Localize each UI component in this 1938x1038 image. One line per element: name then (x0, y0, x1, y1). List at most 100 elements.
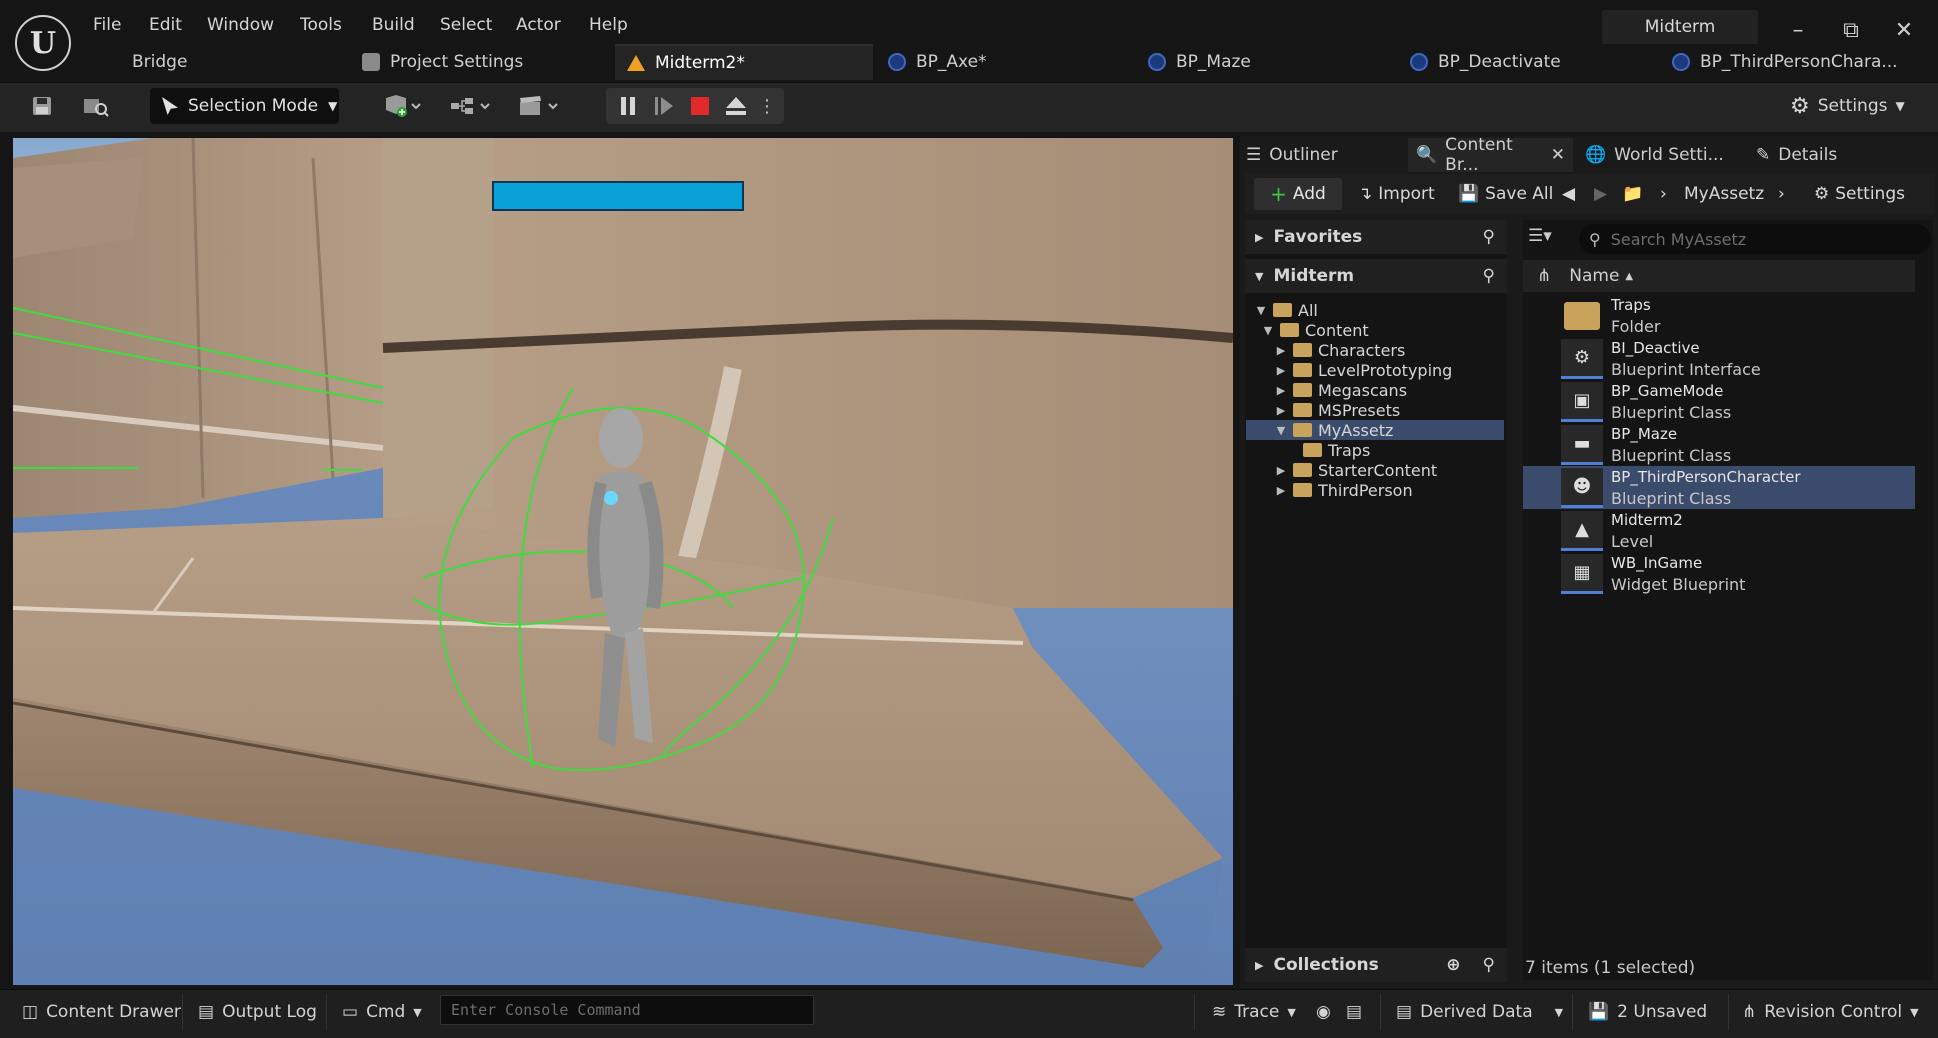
settings-button[interactable]: ⚙ Settings ▼ (1790, 88, 1905, 124)
log-icon: ▤ (198, 1002, 215, 1022)
tree-item-megascans[interactable]: ▶ Megascans (1275, 380, 1407, 400)
character-icon: ☻ (1561, 467, 1603, 508)
forward-icon[interactable]: ▶ (1594, 178, 1607, 210)
tree-item-thirdperson[interactable]: ▶ ThirdPerson (1275, 480, 1413, 500)
eject-icon[interactable] (720, 88, 752, 124)
browse-icon[interactable] (78, 88, 114, 124)
asset-type: Blueprint Class (1611, 445, 1732, 465)
level-viewport[interactable] (13, 138, 1233, 985)
tab-world-settings[interactable]: 🌐 World Setti... (1585, 138, 1724, 172)
tree-item-content[interactable]: ▼ Content (1262, 320, 1505, 340)
tab-bp-deactivate[interactable]: BP_Deactivate (1398, 44, 1662, 80)
root-label: Midterm (1273, 266, 1355, 286)
output-log-button[interactable]: ▤ Output Log (190, 994, 325, 1030)
settings-icon (362, 53, 380, 71)
tree-item-levelprototyping[interactable]: ▶ LevelPrototyping (1275, 360, 1453, 380)
chevron-down-icon: ▼ (328, 99, 338, 113)
cmd-dropdown[interactable]: ▭ Cmd ▼ (334, 994, 430, 1030)
folder-icon[interactable]: 📁 (1622, 178, 1643, 210)
name-column-header[interactable]: ⋔ Name ▲ (1523, 260, 1915, 292)
content-drawer-button[interactable]: ◫ Content Drawer (14, 994, 189, 1030)
asset-type: Blueprint Class (1611, 402, 1732, 422)
tree-item-myassetz[interactable]: ▼ MyAssetz (1246, 420, 1504, 440)
asset-row-bp-gamemode[interactable]: ▣ BP_GameMode Blueprint Class (1523, 380, 1915, 423)
tree-item-mspresets[interactable]: ▶ MSPresets (1275, 400, 1400, 420)
menu-file[interactable]: File (93, 12, 121, 38)
asset-row-midterm2[interactable]: ▲ Midterm2 Level (1523, 509, 1915, 552)
database-icon: ▤ (1396, 1002, 1413, 1022)
unsaved-label: 2 Unsaved (1617, 1002, 1708, 1022)
menu-tools[interactable]: Tools (300, 12, 342, 38)
pause-icon[interactable] (612, 88, 644, 124)
asset-row-bi-deactive[interactable]: ⚙ BI_Deactive Blueprint Interface (1523, 337, 1915, 380)
unsaved-button[interactable]: 💾 2 Unsaved (1580, 994, 1715, 1030)
save-all-button[interactable]: 💾 Save All (1458, 178, 1553, 210)
branch-icon: ⋔ (1742, 1002, 1757, 1022)
asset-row-wb-ingame[interactable]: ▦ WB_InGame Widget Blueprint (1523, 552, 1915, 595)
globe-icon: 🌐 (1585, 145, 1607, 165)
menu-edit[interactable]: Edit (149, 12, 182, 38)
asset-row-bp-thirdpersoncharacter[interactable]: ☻ BP_ThirdPersonCharacter Blueprint Class (1523, 466, 1915, 509)
back-icon[interactable]: ◀ (1562, 178, 1575, 210)
tree-label: All (1298, 300, 1318, 320)
tab-bp-thirdpersoncharacter[interactable]: BP_ThirdPersonChara... (1660, 44, 1938, 80)
filter-icon[interactable]: ☰▾ (1528, 226, 1552, 246)
menu-build[interactable]: Build (372, 12, 415, 38)
revision-control-dropdown[interactable]: ⋔ Revision Control ▼ (1734, 994, 1927, 1030)
screenshot-icon[interactable]: ▤ (1338, 994, 1370, 1030)
asset-search-input[interactable]: ⚲ Search MyAssetz (1579, 224, 1931, 254)
midterm-header[interactable]: ▼ Midterm ⚲ (1245, 259, 1507, 293)
selection-mode-dropdown[interactable]: Selection Mode ▼ (150, 88, 339, 124)
close-tab-icon[interactable]: ✕ (1551, 145, 1565, 165)
tab-content-browser[interactable]: 🔍 Content Br... ✕ (1408, 135, 1573, 175)
search-icon[interactable]: ⚲ (1483, 266, 1495, 286)
tab-label: Content Br... (1445, 135, 1513, 175)
record-icon[interactable]: ◉ (1308, 994, 1339, 1030)
tab-project-settings[interactable]: Project Settings (350, 44, 615, 80)
tab-bp-axe[interactable]: BP_Axe* (876, 44, 1134, 80)
unsaved-icon: 💾 (1588, 1002, 1610, 1022)
cmd-label: Cmd (366, 1002, 406, 1022)
more-options-icon[interactable]: ⋮ (754, 88, 780, 124)
chevron-down-icon: ▼ (1895, 99, 1905, 113)
save-all-label: Save All (1485, 184, 1554, 204)
stop-icon[interactable] (684, 88, 716, 124)
trace-dropdown[interactable]: ≋ Trace ▼ (1204, 994, 1304, 1030)
add-actor-icon[interactable] (378, 88, 426, 124)
tree-item-all[interactable]: ▼ All (1255, 300, 1505, 320)
asset-row-bp-maze[interactable]: ▬ BP_Maze Blueprint Class (1523, 423, 1915, 466)
cinematics-icon[interactable] (514, 88, 564, 124)
collections-header[interactable]: ▶ Collections ⊕ ⚲ (1245, 948, 1507, 982)
import-button[interactable]: ↴ Import (1358, 178, 1435, 210)
tab-outliner[interactable]: ☰ Outliner (1246, 138, 1338, 172)
asset-name: Midterm2 (1611, 510, 1683, 529)
menu-actor[interactable]: Actor (516, 12, 561, 38)
add-button[interactable]: + Add (1254, 178, 1342, 210)
tab-bridge[interactable]: Bridge (120, 44, 350, 80)
search-icon[interactable]: ⚲ (1483, 955, 1495, 975)
menu-window[interactable]: Window (207, 12, 274, 38)
menu-help[interactable]: Help (589, 12, 628, 38)
derived-data-dropdown[interactable]: ▤ Derived Data ▼ (1388, 994, 1571, 1030)
asset-row-traps[interactable]: Traps Folder (1523, 294, 1915, 337)
folder-icon (1293, 463, 1312, 477)
console-input[interactable]: Enter Console Command (440, 995, 814, 1025)
add-collection-icon[interactable]: ⊕ (1446, 955, 1460, 975)
blueprint-menu-icon[interactable] (446, 88, 496, 124)
tree-item-traps[interactable]: Traps (1303, 440, 1370, 460)
menu-select[interactable]: Select (440, 12, 492, 38)
tab-details[interactable]: ✎ Details (1756, 138, 1837, 172)
favorites-header[interactable]: ▶ Favorites ⚲ (1245, 220, 1507, 254)
tab-bp-maze[interactable]: BP_Maze (1136, 44, 1400, 80)
search-icon[interactable]: ⚲ (1483, 227, 1495, 247)
collections-label: Collections (1273, 955, 1379, 975)
unreal-logo-icon[interactable]: U (15, 15, 71, 71)
tree-item-startercontent[interactable]: ▶ StarterContent (1275, 460, 1437, 480)
chevron-down-icon: ▼ (1276, 423, 1286, 437)
breadcrumb-myassetz[interactable]: MyAssetz (1684, 178, 1764, 210)
content-settings-button[interactable]: ⚙ Settings (1814, 178, 1905, 210)
save-icon[interactable] (24, 88, 60, 124)
tree-item-characters[interactable]: ▶ Characters (1275, 340, 1406, 360)
tab-midterm2[interactable]: Midterm2* (615, 44, 873, 80)
frame-skip-icon[interactable] (648, 88, 680, 124)
